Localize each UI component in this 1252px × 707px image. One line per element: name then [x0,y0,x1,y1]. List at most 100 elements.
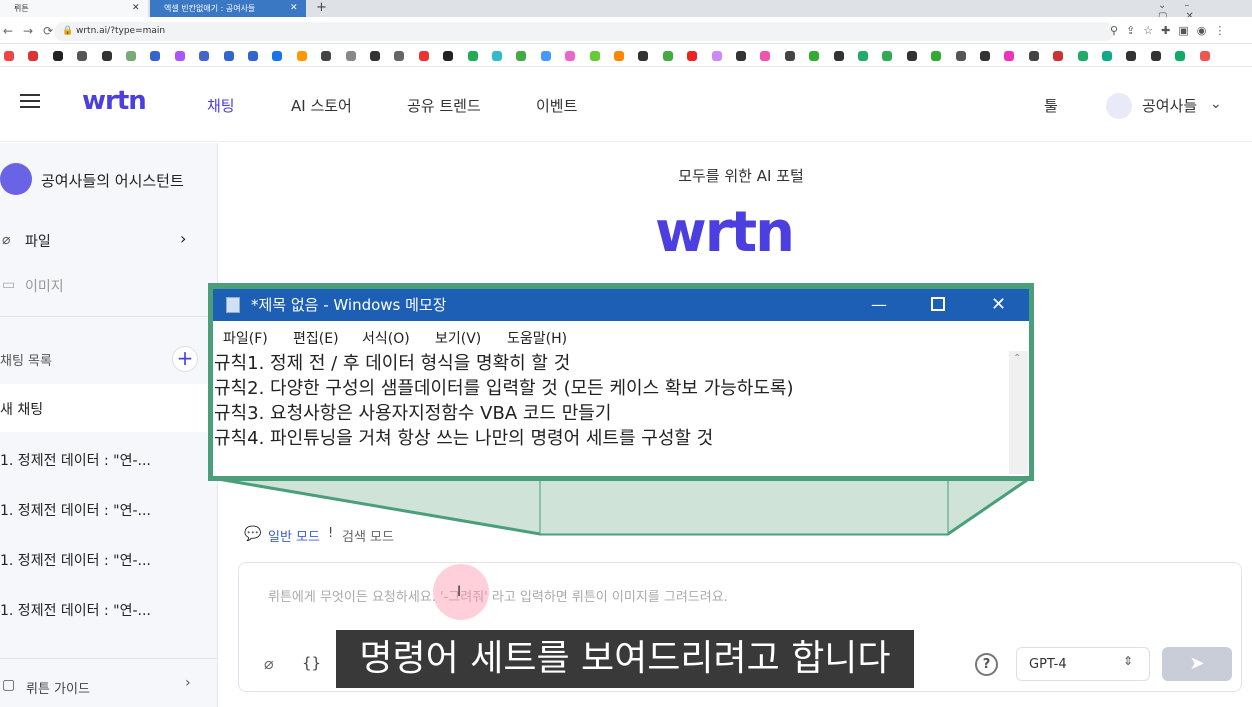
bookmark-icon[interactable] [370,51,380,61]
bookmark-icon[interactable] [174,51,185,61]
bookmark-icon[interactable] [199,51,210,61]
bookmark-icon[interactable] [882,51,893,61]
new-tab-icon[interactable]: + [316,0,327,16]
mode-normal[interactable]: 일반 모드 [268,526,320,545]
chevron-right-icon[interactable]: › [180,229,186,248]
address-bar[interactable]: 🔒 wrtn.ai/?type=main [54,22,1114,41]
bookmark-icon[interactable] [1077,51,1088,61]
bookmark-icon[interactable] [906,51,917,61]
bookmark-icon[interactable] [858,51,868,61]
bookmark-icon[interactable] [1102,51,1112,61]
bookmark-icons[interactable] [0,45,1252,67]
attach-icon[interactable]: ⌀ [264,654,274,673]
bookmark-icon[interactable] [443,51,454,61]
bookmark-icon[interactable] [809,51,820,61]
menu-edit[interactable]: 편집(E) [293,328,339,348]
wrtn-logo[interactable]: wrtn [82,86,147,116]
bookmark-icon[interactable] [711,51,722,61]
browser-tab-blog[interactable]: 엑셀 빈칸없애기 : 공여사들 ✕ [150,0,306,17]
bookmark-icon[interactable] [418,51,429,61]
chat-list-item[interactable]: 1. 정제전 데이터 : "연-... [0,450,151,470]
bookmark-icon[interactable] [394,51,405,61]
scrollbar[interactable]: ⌃ [1009,351,1028,474]
nav-ai-store[interactable]: AI 스토어 [291,95,352,116]
chat-list-item[interactable]: 1. 정제전 데이터 : "연-... [0,550,151,570]
bookmark-icon[interactable] [1028,51,1039,61]
close-icon[interactable]: ✕ [132,0,140,17]
chat-list-item[interactable]: 1. 정제전 데이터 : "연-... [0,600,151,620]
sidebar-item-image[interactable]: 이미지 [25,276,64,296]
bookmark-icon[interactable] [516,51,527,61]
bookmark-icon[interactable] [296,51,307,61]
new-chat-item[interactable]: 새 채팅 [0,399,43,419]
bookmark-icon[interactable] [126,51,136,61]
chevron-down-icon[interactable]: ⌄ [1210,96,1222,112]
bookmark-icon[interactable] [736,51,746,61]
bookmark-icon[interactable] [77,51,88,61]
bookmark-icon[interactable] [638,51,649,61]
bookmark-icon[interactable] [931,51,942,61]
chevron-right-icon[interactable]: › [185,675,191,691]
toolbar-icons[interactable]: ⚲⇪☆✚▣◉⋮ [1110,24,1233,37]
bookmark-icon[interactable] [662,51,673,61]
bookmark-icon[interactable] [1126,51,1137,61]
close-icon[interactable]: ✕ [290,0,298,17]
model-select[interactable]: GPT-4 ⇕ [1016,647,1150,681]
menu-view[interactable]: 보기(V) [435,328,481,348]
minimize-icon[interactable]: — [871,289,887,321]
bookmark-icon[interactable] [833,51,844,61]
bookmark-icon[interactable] [345,51,356,61]
bookmark-icon[interactable] [565,51,576,61]
bookmark-icon[interactable] [101,51,112,61]
sidebar-item-file[interactable]: 파일 [25,231,51,251]
menu-file[interactable]: 파일(F) [223,328,268,348]
menu-help[interactable]: 도움말(H) [507,328,567,348]
bookmark-icon[interactable] [272,51,283,61]
bookmark-icon[interactable] [248,51,258,61]
add-chat-button[interactable]: + [172,346,198,372]
prompt-input[interactable]: 뤼튼에게 무엇이든 요청하세요. '-그려줘' 라고 입력하면 뤼튼이 이미지를… [268,586,888,605]
close-icon[interactable]: ✕ [991,289,1006,321]
bookmark-icon[interactable] [467,51,478,61]
bookmark-icon[interactable] [492,51,502,61]
bookmark-icon[interactable] [223,51,234,61]
bookmark-icon[interactable] [28,51,39,61]
bookmark-icon[interactable] [784,51,795,61]
nav-tools[interactable]: 툴 [1044,95,1058,116]
help-icon[interactable]: ? [975,653,998,676]
bookmark-icon[interactable] [150,51,161,61]
bookmark-icon[interactable] [1053,51,1064,61]
mode-search[interactable]: 검색 모드 [342,526,394,545]
image-icon: ▭ [2,277,16,293]
bookmark-icon[interactable] [1175,51,1186,61]
braces-icon[interactable]: {} [302,654,321,672]
divider [0,316,218,317]
bookmark-icon[interactable] [589,51,600,61]
bookmark-icon[interactable] [4,51,14,61]
avatar[interactable] [1106,93,1132,119]
bookmark-icon[interactable] [1004,51,1015,61]
bookmark-icon[interactable] [760,51,771,61]
nav-share-trend[interactable]: 공유 트렌드 [407,95,481,116]
bookmark-icon[interactable] [321,51,332,61]
bookmark-icon[interactable] [1150,51,1161,61]
user-name[interactable]: 공여사들 [1142,95,1197,116]
chat-list-item[interactable]: 1. 정제전 데이터 : "연-... [0,500,151,520]
menu-format[interactable]: 서식(O) [362,328,410,348]
notepad-titlebar[interactable]: *제목 없음 - Windows 메모장 — ✕ [213,289,1029,321]
bookmark-icon[interactable] [540,51,551,61]
sidebar-item-guide[interactable]: 뤼튼 가이드 [26,678,90,697]
bookmark-icon[interactable] [614,51,624,61]
browser-tab-wrtn[interactable]: 뤼튼 ✕ [0,0,148,17]
bookmark-icon[interactable] [52,51,63,61]
notepad-text-area[interactable]: 규칙1. 정제 전 / 후 데이터 형식을 명확히 할 것 규칙2. 다양한 구… [214,351,1009,475]
bookmark-icon[interactable] [980,51,990,61]
maximize-icon[interactable] [931,297,945,311]
menu-icon[interactable] [20,94,40,108]
bookmark-icon[interactable] [955,51,966,61]
nav-event[interactable]: 이벤트 [536,95,577,116]
send-button[interactable]: ➤ [1162,647,1232,681]
bookmark-icon[interactable] [687,51,698,61]
bookmark-icon[interactable] [1199,51,1210,61]
nav-chat[interactable]: 채팅 [207,95,235,116]
